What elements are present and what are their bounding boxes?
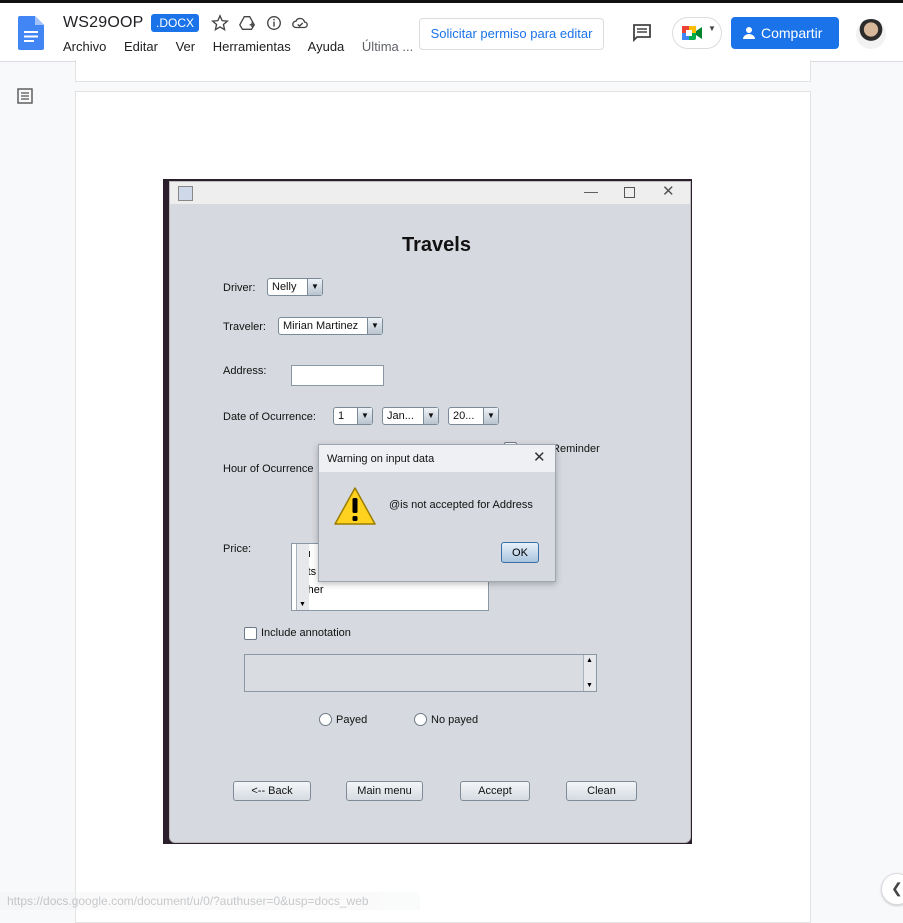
address-input[interactable] xyxy=(291,365,384,386)
accept-button[interactable]: Accept xyxy=(460,781,530,801)
chevron-down-icon: ▼ xyxy=(357,408,372,424)
close-icon[interactable]: ✕ xyxy=(533,448,546,466)
back-button[interactable]: <-- Back xyxy=(233,781,311,801)
scroll-down-icon[interactable]: ▼ xyxy=(299,601,306,608)
chevron-down-icon: ▼ xyxy=(708,24,716,33)
include-annotation-checkbox[interactable] xyxy=(244,627,257,640)
docs-header: WS29OOP .DOCX Archivo Editar Ver Herrami… xyxy=(0,3,903,62)
menu-ver[interactable]: Ver xyxy=(176,39,196,54)
last-edit-link[interactable]: Última ... xyxy=(362,39,413,54)
file-type-badge: .DOCX xyxy=(151,14,200,32)
day-combo[interactable]: 1 ▼ xyxy=(333,407,373,425)
menu-ayuda[interactable]: Ayuda xyxy=(308,39,345,54)
date-label: Date of Ocurrence: xyxy=(223,411,316,423)
no-payed-radio[interactable] xyxy=(414,713,427,726)
year-combo[interactable]: 20... ▼ xyxy=(448,407,499,425)
cloud-icon[interactable] xyxy=(291,14,309,32)
side-panel-toggle[interactable]: ❮ xyxy=(881,873,903,905)
ok-button[interactable]: OK xyxy=(501,542,539,563)
year-value: 20... xyxy=(453,410,475,422)
menu-archivo[interactable]: Archivo xyxy=(63,39,106,54)
meet-icon xyxy=(682,26,702,40)
chevron-down-icon: ▼ xyxy=(423,408,438,424)
docs-logo-icon[interactable] xyxy=(18,16,44,50)
star-icon[interactable] xyxy=(211,14,229,32)
info-icon[interactable] xyxy=(265,14,283,32)
menu-herramientas[interactable]: Herramientas xyxy=(213,39,291,54)
meet-button[interactable]: ▼ xyxy=(672,17,722,49)
move-to-drive-icon[interactable] xyxy=(238,14,256,32)
status-url: https://docs.google.com/document/u/0/?au… xyxy=(0,892,420,910)
annotation-scrollbar[interactable]: ▲ ▼ xyxy=(583,655,596,691)
no-payed-label: No payed xyxy=(431,714,479,726)
warning-icon xyxy=(334,487,376,525)
dialog-body: @is not accepted for Address OK xyxy=(319,472,555,581)
previous-page-edge xyxy=(75,60,811,82)
traveler-combo[interactable]: Mirian Martinez ▼ xyxy=(278,317,383,335)
menu-bar: Archivo Editar Ver Herramientas Ayuda Úl… xyxy=(63,39,427,54)
traveler-label: Traveler: xyxy=(223,321,266,333)
price-label: Price: xyxy=(223,543,252,555)
java-window: — ✕ Travels Driver: Nelly ▼ Traveler: Mi… xyxy=(169,181,691,843)
dialog-title: Warning on input data xyxy=(327,453,435,465)
form-title: Travels xyxy=(402,234,471,256)
day-value: 1 xyxy=(338,410,345,422)
close-icon[interactable]: ✕ xyxy=(662,182,675,200)
driver-label: Driver: xyxy=(223,282,256,294)
document-title[interactable]: WS29OOP xyxy=(63,14,144,32)
month-combo[interactable]: Jan... ▼ xyxy=(382,407,439,425)
share-button[interactable]: Compartir xyxy=(731,17,839,49)
embedded-screenshot: — ✕ Travels Driver: Nelly ▼ Traveler: Mi… xyxy=(163,179,692,844)
chevron-left-icon: ❮ xyxy=(891,880,903,896)
address-label: Address: xyxy=(223,365,267,377)
minimize-icon[interactable]: — xyxy=(584,183,598,199)
maximize-icon[interactable] xyxy=(624,187,635,198)
warning-dialog: Warning on input data ✕ @is not accepted… xyxy=(318,444,556,582)
traveler-value: Mirian Martinez xyxy=(283,320,359,332)
price-list-scrollbar[interactable]: ▼ xyxy=(296,544,309,610)
document-outline-icon[interactable] xyxy=(17,88,33,104)
hour-label: Hour of Ocurrence xyxy=(223,463,314,475)
request-edit-access-button[interactable]: Solicitar permiso para editar xyxy=(419,18,604,50)
menu-editar[interactable]: Editar xyxy=(124,39,158,54)
chevron-down-icon: ▼ xyxy=(483,408,498,424)
chevron-down-icon: ▼ xyxy=(367,318,382,334)
share-label: Compartir xyxy=(761,25,823,41)
lock-icon xyxy=(743,27,755,39)
driver-combo[interactable]: Nelly ▼ xyxy=(267,278,323,296)
scroll-up-icon[interactable]: ▲ xyxy=(586,657,593,664)
main-menu-button[interactable]: Main menu xyxy=(346,781,423,801)
annotation-textarea[interactable]: ▲ ▼ xyxy=(244,654,597,692)
month-value: Jan... xyxy=(387,410,414,422)
avatar[interactable] xyxy=(856,19,886,49)
scroll-down-icon[interactable]: ▼ xyxy=(586,682,593,689)
payed-label: Payed xyxy=(336,714,368,726)
include-annotation-label: Include annotation xyxy=(261,627,351,639)
comment-icon[interactable] xyxy=(632,23,652,43)
window-titlebar: — ✕ xyxy=(170,182,690,204)
driver-value: Nelly xyxy=(272,281,297,293)
dialog-message: @is not accepted for Address xyxy=(389,499,533,511)
clean-button[interactable]: Clean xyxy=(566,781,637,801)
payed-radio[interactable] xyxy=(319,713,332,726)
java-app-icon xyxy=(178,186,193,201)
chevron-down-icon: ▼ xyxy=(307,279,322,295)
